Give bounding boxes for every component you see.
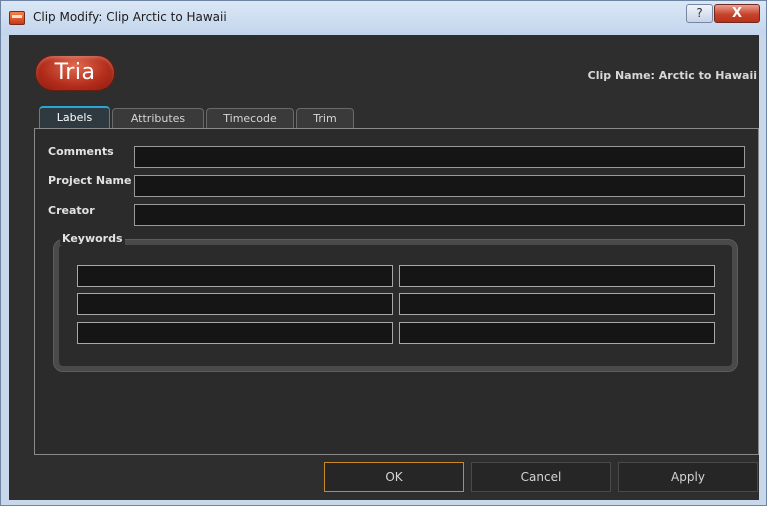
tab-trim[interactable]: Trim xyxy=(296,108,354,129)
ok-button[interactable]: OK xyxy=(324,462,464,492)
tab-timecode[interactable]: Timecode xyxy=(206,108,294,129)
creator-label: Creator xyxy=(48,204,95,217)
keywords-label: Keywords xyxy=(60,232,125,245)
keyword-field-4[interactable] xyxy=(399,293,715,315)
keyword-field-2[interactable] xyxy=(399,265,715,287)
labels-panel: Comments Project Name Creator Keywords xyxy=(34,128,759,455)
keyword-field-6[interactable] xyxy=(399,322,715,344)
creator-field[interactable] xyxy=(134,204,745,226)
tab-attributes[interactable]: Attributes xyxy=(112,108,204,129)
tria-logo: Tria xyxy=(35,55,115,91)
project-name-field[interactable] xyxy=(134,175,745,197)
keyword-field-5[interactable] xyxy=(77,322,393,344)
title-bar[interactable]: Clip Modify: Clip Arctic to Hawaii ? X xyxy=(1,1,766,35)
help-button[interactable]: ? xyxy=(686,4,713,23)
cancel-button[interactable]: Cancel xyxy=(471,462,611,492)
close-button[interactable]: X xyxy=(714,4,760,23)
comments-field[interactable] xyxy=(134,146,745,168)
keyword-field-3[interactable] xyxy=(77,293,393,315)
keywords-group xyxy=(53,239,738,372)
keyword-field-1[interactable] xyxy=(77,265,393,287)
apply-button[interactable]: Apply xyxy=(618,462,758,492)
tab-labels[interactable]: Labels xyxy=(39,106,110,129)
comments-label: Comments xyxy=(48,145,114,158)
project-name-label: Project Name xyxy=(48,174,132,187)
dialog-client-area: Tria Clip Name: Arctic to Hawaii Labels … xyxy=(9,35,759,500)
window-title: Clip Modify: Clip Arctic to Hawaii xyxy=(33,10,227,24)
app-icon xyxy=(9,11,25,25)
dialog-window: Clip Modify: Clip Arctic to Hawaii ? X T… xyxy=(0,0,767,506)
clip-name-label: Clip Name: Arctic to Hawaii xyxy=(587,69,757,82)
